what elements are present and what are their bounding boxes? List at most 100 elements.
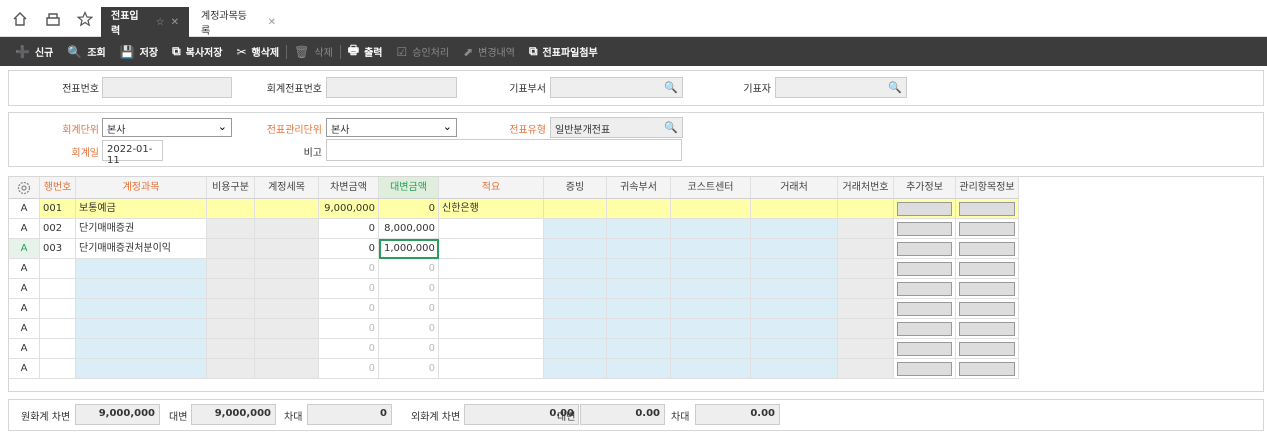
tab-star-icon[interactable]: ☆ bbox=[156, 17, 165, 28]
account-cell[interactable] bbox=[76, 259, 207, 279]
customer-cell[interactable] bbox=[751, 199, 838, 219]
col-header-customer-no[interactable]: 거래처번호 bbox=[838, 177, 894, 199]
mgmt-info-button[interactable] bbox=[956, 239, 1019, 259]
cell-button[interactable] bbox=[897, 282, 952, 296]
extra-info-button[interactable] bbox=[894, 359, 956, 379]
row-no-cell[interactable] bbox=[40, 259, 76, 279]
mgmt-info-button[interactable] bbox=[956, 339, 1019, 359]
col-header-cost-center[interactable]: 코스트센터 bbox=[671, 177, 751, 199]
cost-center-cell[interactable] bbox=[671, 259, 751, 279]
close-icon[interactable]: ✕ bbox=[171, 17, 179, 28]
search-icon[interactable]: 🔍 bbox=[888, 81, 902, 94]
extra-info-button[interactable] bbox=[894, 319, 956, 339]
search-icon[interactable]: 🔍 bbox=[664, 81, 678, 94]
debit-cell[interactable]: 0 bbox=[319, 359, 379, 379]
evidence-cell[interactable] bbox=[544, 199, 607, 219]
customer-cell[interactable] bbox=[751, 299, 838, 319]
search-icon[interactable]: 🔍 bbox=[664, 121, 678, 134]
cost-center-cell[interactable] bbox=[671, 219, 751, 239]
col-header-extra-info[interactable]: 추가정보 bbox=[894, 177, 956, 199]
customer-cell[interactable] bbox=[751, 219, 838, 239]
cost-type-cell[interactable] bbox=[207, 219, 255, 239]
memo-cell[interactable] bbox=[439, 299, 544, 319]
print-button[interactable]: 🖶 출력 bbox=[341, 37, 390, 66]
home-icon[interactable] bbox=[12, 11, 28, 27]
cell-button[interactable] bbox=[959, 202, 1015, 216]
extra-info-button[interactable] bbox=[894, 339, 956, 359]
customer-cell[interactable] bbox=[751, 339, 838, 359]
col-header-memo[interactable]: 적요 bbox=[439, 177, 544, 199]
credit-cell[interactable]: 0 bbox=[379, 319, 439, 339]
dept-cell[interactable] bbox=[607, 359, 671, 379]
account-detail-cell[interactable] bbox=[255, 339, 319, 359]
customer-no-cell[interactable] bbox=[838, 299, 894, 319]
account-detail-cell[interactable] bbox=[255, 259, 319, 279]
customer-cell[interactable] bbox=[751, 239, 838, 259]
mgmt-info-button[interactable] bbox=[956, 259, 1019, 279]
account-detail-cell[interactable] bbox=[255, 359, 319, 379]
extra-info-button[interactable] bbox=[894, 199, 956, 219]
cell-button[interactable] bbox=[959, 222, 1015, 236]
customer-no-cell[interactable] bbox=[838, 279, 894, 299]
cost-type-cell[interactable] bbox=[207, 279, 255, 299]
customer-cell[interactable] bbox=[751, 319, 838, 339]
col-header-debit-amount[interactable]: 차변금액 bbox=[319, 177, 379, 199]
account-cell[interactable] bbox=[76, 279, 207, 299]
account-cell[interactable] bbox=[76, 339, 207, 359]
credit-cell[interactable]: 0 bbox=[379, 339, 439, 359]
credit-cell[interactable]: 0 bbox=[379, 259, 439, 279]
search-button[interactable]: 🔍 조회 bbox=[60, 37, 112, 66]
tab-account-register[interactable]: 계정과목등록 ✕ bbox=[191, 7, 286, 37]
date-field[interactable]: 2022-01-11 bbox=[102, 140, 163, 166]
new-button[interactable]: ➕ 신규 bbox=[8, 37, 60, 66]
customer-cell[interactable] bbox=[751, 279, 838, 299]
customer-no-cell[interactable] bbox=[838, 199, 894, 219]
cell-button[interactable] bbox=[897, 322, 952, 336]
row-no-cell[interactable] bbox=[40, 359, 76, 379]
row-no-cell[interactable]: 003 bbox=[40, 239, 76, 259]
credit-cell[interactable]: 1,000,000 bbox=[379, 239, 439, 259]
customer-no-cell[interactable] bbox=[838, 339, 894, 359]
account-detail-cell[interactable] bbox=[255, 279, 319, 299]
cost-center-cell[interactable] bbox=[671, 359, 751, 379]
cost-type-cell[interactable] bbox=[207, 319, 255, 339]
customer-cell[interactable] bbox=[751, 259, 838, 279]
customer-no-cell[interactable] bbox=[838, 319, 894, 339]
col-header-row-no[interactable]: 행번호 bbox=[40, 177, 76, 199]
col-header-credit-amount[interactable]: 대변금액 bbox=[379, 177, 439, 199]
evidence-cell[interactable] bbox=[544, 339, 607, 359]
cost-type-cell[interactable] bbox=[207, 299, 255, 319]
dept-cell[interactable] bbox=[607, 339, 671, 359]
row-no-cell[interactable] bbox=[40, 279, 76, 299]
debit-cell[interactable]: 0 bbox=[319, 299, 379, 319]
approve-button[interactable]: ☑ 승인처리 bbox=[390, 37, 457, 66]
debit-cell[interactable]: 0 bbox=[319, 279, 379, 299]
unit-select[interactable]: 본사 ⌄ bbox=[102, 118, 232, 137]
dept-cell[interactable] bbox=[607, 239, 671, 259]
row-no-cell[interactable] bbox=[40, 319, 76, 339]
evidence-cell[interactable] bbox=[544, 279, 607, 299]
mgmt-info-button[interactable] bbox=[956, 299, 1019, 319]
cost-type-cell[interactable] bbox=[207, 199, 255, 219]
type-field[interactable]: 일반분개전표 🔍 bbox=[550, 117, 683, 138]
dept-field[interactable]: 🔍 bbox=[550, 77, 683, 98]
debit-cell[interactable]: 0 bbox=[319, 259, 379, 279]
credit-cell[interactable]: 0 bbox=[379, 199, 439, 219]
mgmt-info-button[interactable] bbox=[956, 359, 1019, 379]
memo-cell[interactable] bbox=[439, 279, 544, 299]
memo-cell[interactable] bbox=[439, 239, 544, 259]
customer-no-cell[interactable] bbox=[838, 239, 894, 259]
account-cell[interactable]: 단기매매증권처분이익 bbox=[76, 239, 207, 259]
cost-center-cell[interactable] bbox=[671, 299, 751, 319]
dept-cell[interactable] bbox=[607, 319, 671, 339]
cell-button[interactable] bbox=[959, 362, 1015, 376]
memo-cell[interactable] bbox=[439, 359, 544, 379]
account-detail-cell[interactable] bbox=[255, 199, 319, 219]
memo-cell[interactable] bbox=[439, 339, 544, 359]
debit-cell[interactable]: 0 bbox=[319, 239, 379, 259]
customer-no-cell[interactable] bbox=[838, 359, 894, 379]
cell-button[interactable] bbox=[897, 262, 952, 276]
cost-center-cell[interactable] bbox=[671, 319, 751, 339]
cost-center-cell[interactable] bbox=[671, 239, 751, 259]
writer-field[interactable]: 🔍 bbox=[775, 77, 907, 98]
